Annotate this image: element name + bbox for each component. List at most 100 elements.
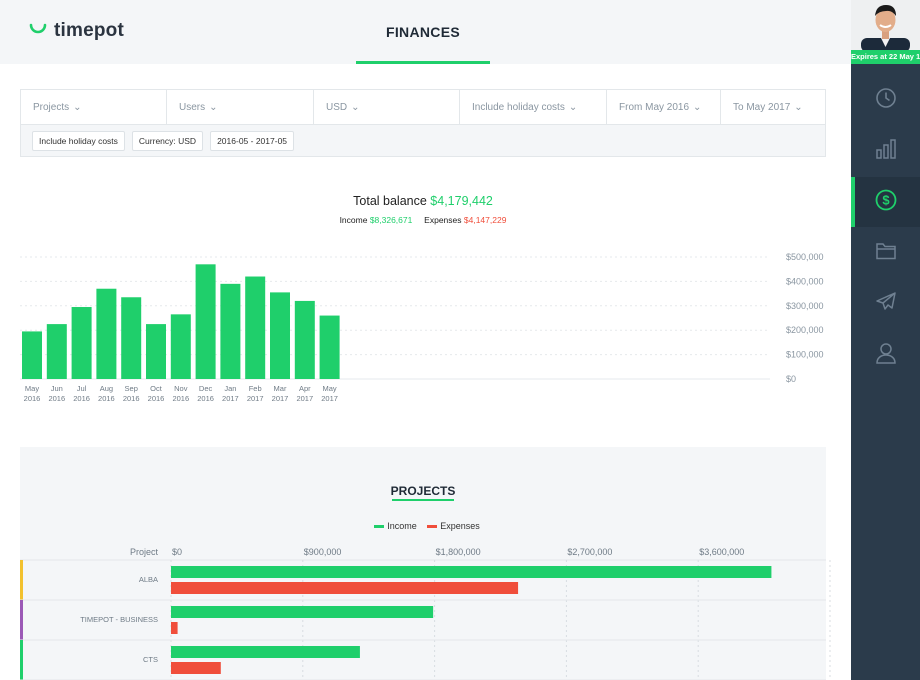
logo-text: timepot bbox=[54, 20, 125, 41]
x-tick-label: 2016 bbox=[48, 394, 65, 403]
project-color-marker bbox=[20, 600, 23, 640]
x-tick-label: $0 bbox=[172, 547, 182, 557]
folder-icon bbox=[875, 241, 897, 266]
bar bbox=[171, 582, 519, 594]
dollar-icon: $ bbox=[875, 189, 897, 216]
sidebar-item-finances[interactable]: $ bbox=[851, 177, 920, 227]
project-color-marker bbox=[20, 640, 23, 680]
bar bbox=[46, 324, 67, 379]
sidebar-item-projects[interactable] bbox=[851, 228, 920, 278]
sidebar: Expires at 22 May 18 $ bbox=[851, 0, 920, 680]
projects-title-underline bbox=[392, 499, 454, 501]
x-tick-label: 2016 bbox=[24, 394, 41, 403]
x-tick-label: 2016 bbox=[197, 394, 214, 403]
x-tick-label: May bbox=[25, 384, 39, 393]
bar bbox=[245, 276, 266, 379]
active-filters: Include holiday costs Currency: USD 2016… bbox=[20, 125, 826, 157]
projects-title: PROJECTS bbox=[390, 484, 456, 498]
currency-dropdown[interactable]: USD ⌄ bbox=[314, 90, 460, 124]
bar bbox=[171, 646, 360, 658]
projects-chart: Project $0 $900,000 $1,800,000 $2,700,000 $3,… bbox=[20, 547, 831, 680]
x-tick-label: 2016 bbox=[148, 394, 165, 403]
to-date-label: To May 2017 bbox=[733, 101, 791, 113]
x-tick-label: Aug bbox=[100, 384, 113, 393]
bar bbox=[220, 283, 241, 379]
filter-chip-currency[interactable]: Currency: USD bbox=[131, 130, 204, 151]
y-tick-label: $100,000 bbox=[786, 350, 824, 360]
bar bbox=[171, 606, 434, 618]
expiry-badge: Expires at 22 May 18 bbox=[851, 50, 920, 64]
clock-icon bbox=[875, 87, 897, 114]
expenses-legend-label: Expenses bbox=[440, 521, 480, 531]
x-tick-label: 2017 bbox=[321, 394, 338, 403]
sidebar-item-time[interactable] bbox=[851, 75, 920, 125]
x-tick-label: 2016 bbox=[73, 394, 90, 403]
chevron-down-icon: ⌄ bbox=[73, 101, 82, 113]
bar bbox=[171, 566, 772, 578]
project-label: TIMEPOT - BUSINESS bbox=[80, 615, 158, 624]
chevron-down-icon: ⌄ bbox=[693, 101, 702, 113]
to-date-dropdown[interactable]: To May 2017 ⌄ bbox=[721, 90, 825, 124]
svg-text:$: $ bbox=[882, 192, 890, 207]
total-balance-label: Total balance bbox=[353, 194, 427, 208]
filter-chip-holiday[interactable]: Include holiday costs bbox=[32, 130, 125, 151]
x-tick-label: Sep bbox=[125, 384, 138, 393]
x-tick-label: 2017 bbox=[296, 394, 313, 403]
currency-dropdown-label: USD bbox=[326, 101, 348, 113]
project-color-marker bbox=[20, 560, 23, 600]
bar bbox=[195, 264, 216, 379]
y-tick-label: $500,000 bbox=[786, 252, 824, 262]
x-tick-label: 2017 bbox=[222, 394, 239, 403]
plane-icon bbox=[875, 291, 897, 318]
page-title[interactable]: FINANCES bbox=[356, 24, 490, 40]
y-tick-label: $400,000 bbox=[786, 276, 824, 286]
y-tick-label: $200,000 bbox=[786, 325, 824, 335]
bar bbox=[121, 297, 142, 379]
projects-dropdown-label: Projects bbox=[33, 101, 70, 113]
filter-bar: Projects ⌄ Users ⌄ USD ⌄ Include holiday co… bbox=[20, 89, 826, 125]
x-tick-label: Feb bbox=[249, 384, 262, 393]
x-tick-label: $2,700,000 bbox=[567, 547, 612, 557]
x-tick-label: Nov bbox=[174, 384, 188, 393]
logo[interactable]: timepot bbox=[28, 20, 124, 42]
x-tick-label: Jun bbox=[51, 384, 63, 393]
holiday-costs-dropdown[interactable]: Include holiday costs ⌄ bbox=[460, 90, 607, 124]
bar bbox=[171, 622, 178, 634]
bar-chart-icon bbox=[875, 138, 897, 165]
from-date-dropdown[interactable]: From May 2016 ⌄ bbox=[607, 90, 721, 124]
income-label: Income bbox=[339, 215, 368, 225]
y-axis-label: Project bbox=[130, 547, 159, 557]
x-tick-label: May bbox=[323, 384, 337, 393]
bar bbox=[22, 331, 42, 379]
bar bbox=[146, 324, 166, 379]
sidebar-item-reports[interactable] bbox=[851, 126, 920, 176]
timepot-logo-icon bbox=[28, 21, 48, 42]
projects-dropdown[interactable]: Projects ⌄ bbox=[21, 90, 167, 124]
bar bbox=[71, 307, 92, 379]
total-balance: Total balance $4,179,442 bbox=[0, 194, 846, 208]
x-tick-label: $1,800,000 bbox=[436, 547, 481, 557]
x-tick-label: 2017 bbox=[247, 394, 264, 403]
bar bbox=[319, 315, 340, 379]
x-tick-label: 2016 bbox=[123, 394, 140, 403]
sidebar-item-users[interactable] bbox=[851, 330, 920, 380]
filter-chip-date-range[interactable]: 2016-05 - 2017-05 bbox=[210, 130, 295, 151]
x-tick-label: 2016 bbox=[98, 394, 115, 403]
bar bbox=[270, 292, 290, 379]
sidebar-item-holidays[interactable] bbox=[851, 279, 920, 329]
bar bbox=[96, 288, 117, 379]
x-tick-label: Jul bbox=[77, 384, 87, 393]
chevron-down-icon: ⌄ bbox=[351, 101, 360, 113]
avatar[interactable] bbox=[851, 0, 920, 50]
total-balance-value: $4,179,442 bbox=[430, 194, 493, 208]
income-legend-swatch bbox=[374, 525, 385, 529]
from-date-label: From May 2016 bbox=[619, 101, 690, 113]
x-tick-label: 2017 bbox=[272, 394, 289, 403]
x-tick-label: Oct bbox=[150, 384, 163, 393]
y-tick-label: $300,000 bbox=[786, 301, 824, 311]
projects-legend: Income Expenses bbox=[0, 521, 846, 531]
active-tab-indicator bbox=[356, 61, 490, 64]
users-dropdown[interactable]: Users ⌄ bbox=[167, 90, 314, 124]
chevron-down-icon: ⌄ bbox=[794, 101, 803, 113]
x-tick-label: $900,000 bbox=[304, 547, 342, 557]
